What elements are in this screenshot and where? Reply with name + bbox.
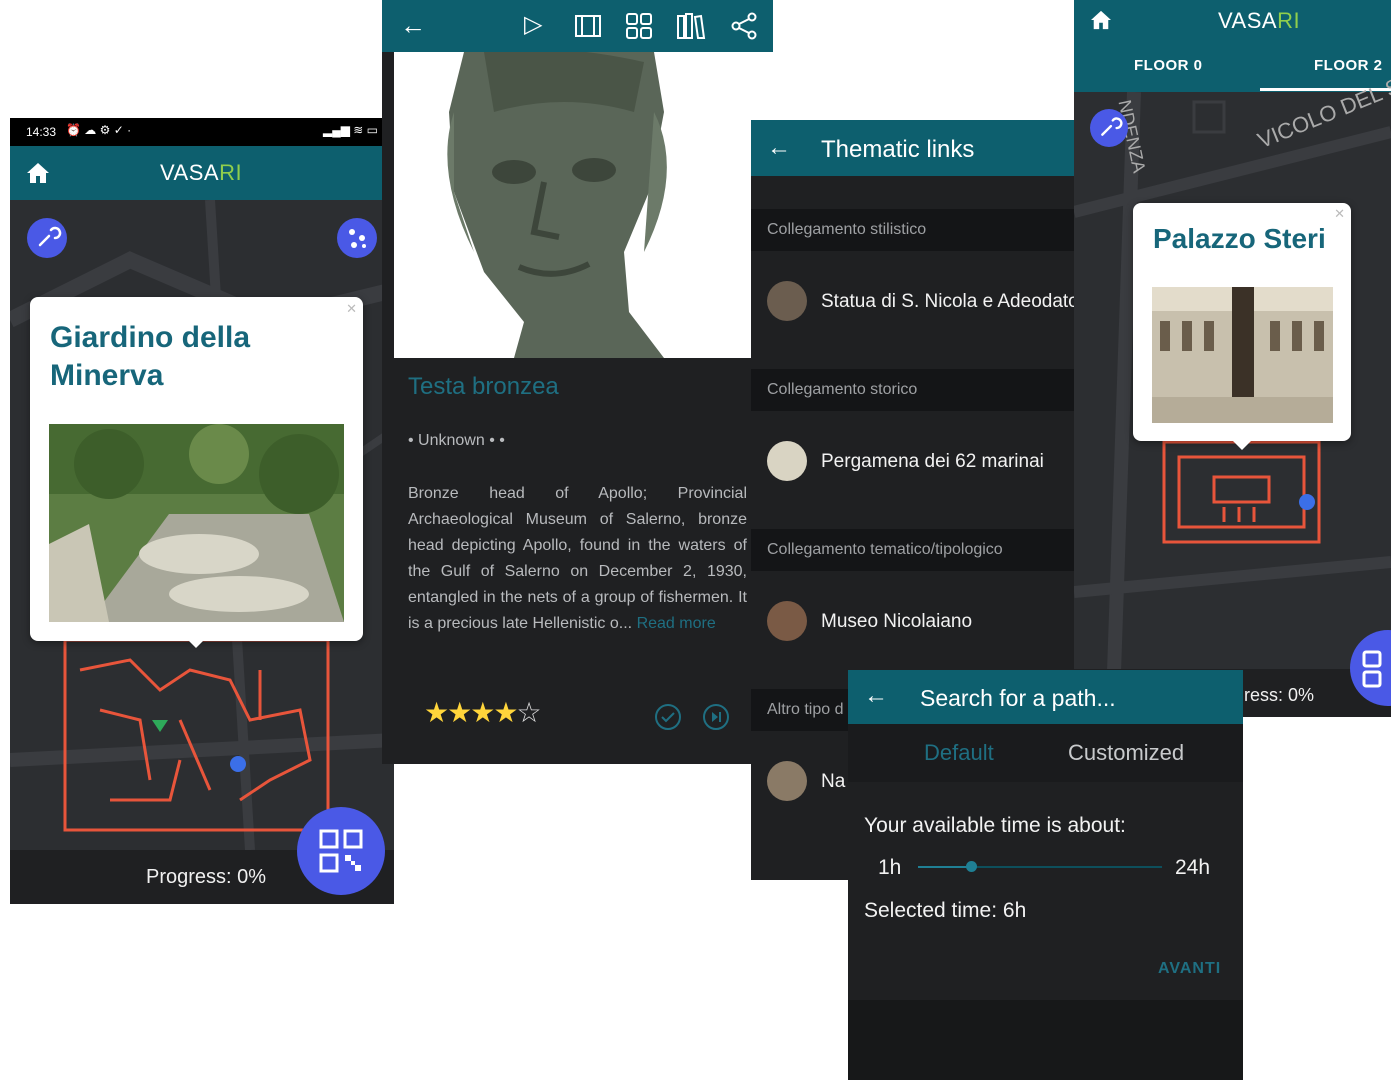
link-thumbnail	[767, 441, 807, 481]
poi-card[interactable]: ✕ Giardino della Minerva	[30, 297, 363, 641]
poi-title: Palazzo Steri	[1153, 223, 1326, 254]
qr-code-icon	[1362, 650, 1382, 688]
screen-path-search: ← Search for a path... Default Customize…	[848, 670, 1243, 1080]
search-header: ← Search for a path...	[848, 670, 1243, 724]
back-arrow-icon[interactable]: ←	[864, 682, 888, 710]
tab-default[interactable]: Default	[924, 740, 994, 766]
screen-map-steri: VASARI FLOOR 0 FLOOR 2 VICOLO DEL S NDEN…	[1074, 0, 1391, 717]
star-filled-icon[interactable]: ★	[424, 697, 449, 728]
slider-fill	[918, 866, 972, 868]
link-label: Na	[821, 771, 846, 792]
section-header: Collegamento stilistico	[751, 209, 1074, 251]
route-button[interactable]	[337, 218, 377, 258]
map-building-outline	[63, 638, 330, 832]
artwork-description: Bronze head of Apollo; Provincial Archae…	[408, 481, 747, 637]
close-icon[interactable]: ✕	[346, 301, 357, 317]
detail-toolbar: ← ▷	[382, 0, 773, 52]
progress-label: Progress: 0%	[146, 866, 267, 888]
next-button[interactable]: AVANTI	[1158, 960, 1221, 978]
back-arrow-icon[interactable]: ←	[767, 134, 791, 162]
artwork-meta: • Unknown • •	[408, 432, 505, 449]
skip-circle-icon[interactable]	[702, 703, 730, 731]
poi-title: Giardino della Minerva	[50, 321, 251, 392]
search-title: Search for a path...	[920, 685, 1116, 711]
app-header: VASARI	[10, 146, 394, 200]
tools-button[interactable]	[1090, 109, 1128, 147]
artwork-photo	[394, 52, 773, 358]
card-pointer	[1232, 440, 1252, 450]
poi-card[interactable]: ✕ Palazzo Steri	[1133, 203, 1351, 441]
location-marker-icon	[1299, 494, 1315, 510]
link-label: Statua di S. Nicola e Adeodato	[821, 291, 1074, 312]
play-icon[interactable]: ▷	[524, 10, 542, 39]
video-icon[interactable]	[574, 13, 602, 39]
tab-customized[interactable]: Customized	[1068, 740, 1184, 766]
selected-time-label: Selected time: 6h	[864, 899, 1027, 922]
tools-button[interactable]	[27, 218, 67, 258]
star-empty-icon[interactable]: ☆	[516, 697, 541, 728]
available-time-label: Your available time is about:	[864, 814, 1126, 837]
signal-battery-icon: ▂▄▆ ≋ ▭	[322, 123, 378, 137]
status-icons: ⏰ ☁ ⚙ ✓ ·	[66, 123, 132, 137]
slider-thumb[interactable]	[966, 861, 978, 872]
wrench-icon	[1101, 117, 1123, 136]
home-icon[interactable]	[1090, 10, 1112, 30]
poi-photo	[49, 424, 344, 622]
rating-stars[interactable]: ★★★★☆	[424, 696, 542, 729]
link-thumbnail	[767, 601, 807, 641]
star-filled-icon[interactable]: ★	[470, 697, 495, 728]
back-arrow-icon[interactable]: ←	[400, 10, 426, 41]
slider-min-label: 1h	[878, 856, 902, 879]
link-item[interactable]: Pergamena dei 62 marinai	[751, 411, 1074, 529]
check-circle-icon[interactable]	[654, 703, 682, 731]
screen-map-minerva: 14:33 ⏰ ☁ ⚙ ✓ · ▂▄▆ ≋ ▭ VASARI ✕ Giardin…	[10, 118, 394, 904]
star-filled-icon[interactable]: ★	[447, 697, 472, 728]
status-time: 14:33	[26, 125, 57, 139]
section-header: Collegamento tematico/tipologico	[751, 529, 1074, 571]
share-icon[interactable]	[730, 12, 758, 40]
link-thumbnail	[767, 761, 807, 801]
route-icon	[349, 229, 366, 248]
progress-label: ress: 0%	[1244, 685, 1315, 705]
card-pointer	[186, 638, 206, 648]
read-more-link[interactable]: Read more	[637, 615, 716, 632]
screen-artwork-detail: ← ▷ Testa bronzea • Unknown • • Bronze h…	[382, 0, 773, 764]
gallery-grid-icon[interactable]	[625, 12, 653, 40]
pin-green-icon	[152, 720, 168, 732]
close-icon[interactable]: ✕	[1334, 206, 1345, 222]
poi-photo	[1152, 287, 1333, 423]
tab-floor-2[interactable]: FLOOR 2	[1314, 57, 1383, 74]
app-logo: VASARI	[1218, 8, 1301, 33]
qr-scan-button[interactable]	[297, 807, 385, 895]
description-text: Bronze head of Apollo; Provincial Archae…	[408, 485, 747, 632]
link-label: Museo Nicolaiano	[821, 611, 973, 632]
artwork-title: Testa bronzea	[408, 373, 559, 400]
app-logo: VASARI	[160, 160, 243, 185]
qr-code-icon	[319, 829, 363, 873]
home-icon[interactable]	[26, 162, 50, 184]
links-header: ← Thematic links	[751, 120, 1074, 176]
tab-bar: Default Customized	[848, 724, 1243, 782]
bottom-area	[848, 1000, 1243, 1080]
location-marker-icon	[230, 756, 246, 772]
tab-floor-0[interactable]: FLOOR 0	[1134, 57, 1203, 74]
slider-max-label: 24h	[1175, 856, 1211, 879]
status-bar: 14:33 ⏰ ☁ ⚙ ✓ · ▂▄▆ ≋ ▭	[10, 118, 394, 146]
link-item[interactable]: Statua di S. Nicola e Adeodato	[751, 251, 1074, 369]
link-thumbnail	[767, 281, 807, 321]
library-icon[interactable]	[676, 12, 706, 40]
time-slider[interactable]	[918, 861, 1162, 872]
section-header: Collegamento storico	[751, 369, 1074, 411]
link-label: Pergamena dei 62 marinai	[821, 451, 1044, 472]
wrench-icon	[38, 226, 62, 247]
app-header: VASARI FLOOR 0 FLOOR 2	[1074, 0, 1391, 92]
star-filled-icon[interactable]: ★	[493, 697, 518, 728]
map-building-outline	[1162, 440, 1321, 544]
links-title: Thematic links	[821, 136, 975, 163]
